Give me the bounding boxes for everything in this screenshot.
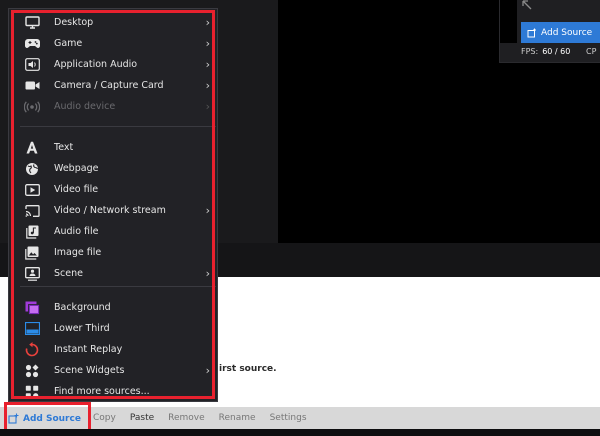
chevron-right-icon: › [205, 100, 210, 113]
menu-item-label: Game [54, 38, 83, 49]
rename-button[interactable]: Rename [219, 413, 256, 423]
empty-sources-hint: irst source. [219, 364, 277, 374]
camera-icon [24, 78, 40, 94]
broadcast-icon [24, 99, 40, 115]
chevron-right-icon: › [205, 37, 210, 50]
menu-item-find-more-sources[interactable]: Find more sources... [20, 381, 216, 402]
menu-item-label: Video / Network stream [54, 205, 166, 216]
menu-item-scene[interactable]: Scene › [20, 263, 216, 284]
menu-item-label: Webpage [54, 163, 99, 174]
menu-item-camera-capture-card[interactable]: Camera / Capture Card › [20, 75, 216, 96]
menu-item-scene-widgets[interactable]: Scene Widgets › [20, 360, 216, 381]
chevron-right-icon: › [205, 16, 210, 29]
chevron-right-icon: › [205, 204, 210, 217]
image-file-icon [24, 245, 40, 261]
menu-separator [20, 126, 216, 127]
mini-preview [500, 0, 517, 43]
replay-icon [24, 342, 40, 358]
chevron-right-icon: › [205, 267, 210, 280]
widgets-icon [24, 363, 40, 379]
menu-item-label: Camera / Capture Card [54, 80, 164, 91]
monitor-icon [24, 15, 40, 31]
remove-button[interactable]: Remove [168, 413, 205, 423]
menu-item-label: Scene [54, 268, 83, 279]
mini-cursor-icon [521, 0, 535, 13]
audio-file-icon [24, 224, 40, 240]
menu-item-audio-device: Audio device › [20, 96, 216, 117]
menu-item-video-network-stream[interactable]: Video / Network stream › [20, 200, 216, 221]
menu-separator [20, 286, 216, 287]
menu-item-label: Application Audio [54, 59, 138, 70]
speaker-icon [24, 57, 40, 73]
menu-item-image-file[interactable]: Image file [20, 242, 216, 263]
menu-item-application-audio[interactable]: Application Audio › [20, 54, 216, 75]
menu-item-label: Background [54, 302, 111, 313]
menu-item-label: Audio file [54, 226, 99, 237]
gamepad-icon [24, 36, 40, 52]
chevron-right-icon: › [205, 364, 210, 377]
copy-button[interactable]: Copy [93, 413, 116, 423]
lower-third-icon [24, 321, 40, 337]
menu-item-label: Find more sources... [54, 386, 150, 397]
menu-item-game[interactable]: Game › [20, 33, 216, 54]
menu-item-desktop[interactable]: Desktop › [20, 12, 216, 33]
find-sources-icon [24, 384, 40, 400]
chevron-right-icon: › [205, 58, 210, 71]
app-window: irst source. Add Source FPS: 60 / 60 CP A… [0, 0, 600, 436]
menu-item-label: Instant Replay [54, 344, 123, 355]
chevron-right-icon: › [205, 79, 210, 92]
settings-button[interactable]: Settings [270, 413, 307, 423]
cast-icon [24, 203, 40, 219]
menu-item-audio-file[interactable]: Audio file [20, 221, 216, 242]
menu-item-label: Desktop [54, 17, 94, 28]
toolbar-actions: Copy Paste Remove Rename Settings [93, 407, 321, 429]
add-source-icon [527, 28, 536, 37]
menu-item-instant-replay[interactable]: Instant Replay [20, 339, 216, 360]
status-bar [0, 429, 600, 436]
menu-item-label: Scene Widgets [54, 365, 125, 376]
mini-add-source-label: Add Source [541, 27, 593, 38]
menu-item-webpage[interactable]: Webpage [20, 158, 216, 179]
scene-icon [24, 266, 40, 282]
fps-readout: FPS: 60 / 60 [521, 47, 570, 56]
menu-item-label: Image file [54, 247, 102, 258]
menu-item-label: Video file [54, 184, 99, 195]
add-source-highlight [4, 402, 91, 432]
text-icon [24, 140, 40, 156]
fps-label: FPS: [521, 47, 539, 56]
add-source-menu: Desktop › Game › Application Audio › Camera / … [8, 8, 218, 402]
menu-item-video-file[interactable]: Video file [20, 179, 216, 200]
video-file-icon [24, 182, 40, 198]
menu-item-label: Lower Third [54, 323, 110, 334]
background-icon [24, 300, 40, 316]
menu-item-text[interactable]: Text [20, 137, 216, 158]
paste-button[interactable]: Paste [130, 413, 154, 423]
fps-value: 60 / 60 [542, 47, 571, 56]
mini-add-source-button[interactable]: Add Source [521, 22, 600, 43]
globe-icon [24, 161, 40, 177]
menu-item-label: Audio device [54, 101, 116, 112]
cpu-label: CP [586, 47, 597, 56]
menu-item-lower-third[interactable]: Lower Third [20, 318, 216, 339]
menu-item-background[interactable]: Background [20, 297, 216, 318]
menu-item-label: Text [54, 142, 74, 153]
